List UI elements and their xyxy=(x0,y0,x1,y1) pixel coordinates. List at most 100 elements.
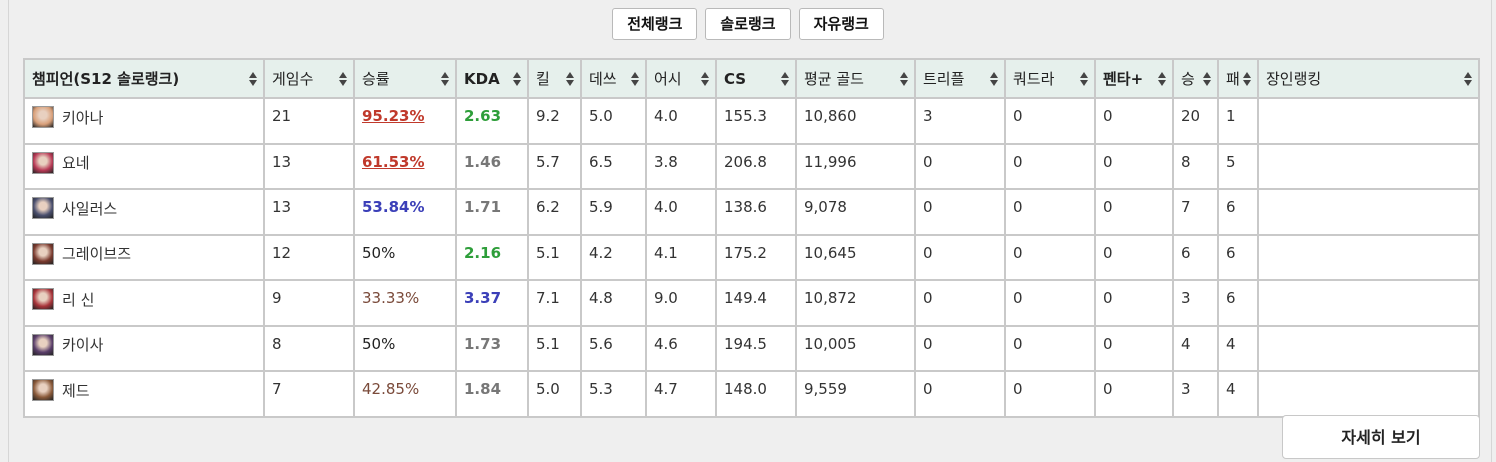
cell-quadra: 0 xyxy=(1004,324,1096,372)
cell-quadra: 0 xyxy=(1004,233,1096,281)
winrate-value[interactable]: 61.53% xyxy=(362,153,424,171)
cell-penta: 0 xyxy=(1094,142,1174,190)
cell-champion: 키아나 xyxy=(23,97,265,145)
cell-deaths: 5.6 xyxy=(580,324,647,372)
sort-icon[interactable] xyxy=(513,71,522,86)
column-header-kda[interactable]: KDA xyxy=(455,58,529,99)
deaths-value: 5.9 xyxy=(589,198,613,216)
sort-icon[interactable] xyxy=(701,71,710,86)
table-row[interactable]: 리 신 9 33.33% 3.37 7.1 4.8 9.0 149.4 10,872 0 0 0 3 6 xyxy=(23,279,1480,327)
winrate-value: 33.33% xyxy=(362,289,420,307)
sort-icon[interactable] xyxy=(781,71,790,86)
cell-champion: 요네 xyxy=(23,142,265,190)
sort-icon[interactable] xyxy=(339,71,348,86)
champion-portrait-icon xyxy=(32,106,54,128)
sort-icon[interactable] xyxy=(566,71,575,86)
losses-value: 1 xyxy=(1226,107,1236,125)
losses-value: 6 xyxy=(1226,243,1236,262)
cell-champion: 그레이브즈 xyxy=(23,233,265,281)
losses-value: 4 xyxy=(1226,334,1236,353)
column-header-deaths[interactable]: 데쓰 xyxy=(580,58,647,99)
cell-champion: 제드 xyxy=(23,370,265,418)
table-row[interactable]: 요네 13 61.53% 1.46 5.7 6.5 3.8 206.8 11,996 0 0 0 8 5 xyxy=(23,142,1480,190)
column-header-wins[interactable]: 승 xyxy=(1172,58,1219,99)
sort-icon[interactable] xyxy=(1464,71,1473,86)
column-header-cs[interactable]: CS xyxy=(715,58,797,99)
kda-value: 1.84 xyxy=(464,380,502,398)
deaths-value: 5.6 xyxy=(589,334,613,353)
table-header-row: 챔피언(S12 솔로랭크) 게임수 승률 KDA 킬 데쓰 어시 CS 평균 골… xyxy=(23,58,1480,99)
assists-value: 4.0 xyxy=(654,107,678,125)
kda-value: 1.71 xyxy=(464,198,502,216)
champion-portrait-icon xyxy=(32,242,54,265)
sort-icon[interactable] xyxy=(900,71,909,86)
cell-champion: 리 신 xyxy=(23,279,265,327)
sort-icon[interactable] xyxy=(1158,71,1167,86)
column-header-quadra[interactable]: 쿼드라 xyxy=(1004,58,1096,99)
cell-kda: 1.46 xyxy=(455,142,529,190)
cell-kills: 5.1 xyxy=(527,324,582,372)
losses-value: 6 xyxy=(1226,198,1236,216)
triple-value: 0 xyxy=(923,243,933,262)
cell-mastery xyxy=(1257,279,1480,327)
column-header-triple[interactable]: 트리플 xyxy=(914,58,1006,99)
quadra-value: 0 xyxy=(1013,107,1023,125)
kills-value: 7.1 xyxy=(536,289,560,307)
tab-flex-rank[interactable]: 자유랭크 xyxy=(798,8,884,40)
sort-icon[interactable] xyxy=(1203,71,1212,86)
cell-kills: 9.2 xyxy=(527,97,582,145)
cell-deaths: 4.2 xyxy=(580,233,647,281)
cell-kills: 5.0 xyxy=(527,370,582,418)
kda-value: 2.63 xyxy=(464,107,502,125)
rank-tabs: 전체랭크 솔로랭크 자유랭크 xyxy=(0,8,1496,40)
winrate-value: 42.85% xyxy=(362,380,420,398)
assists-value: 4.7 xyxy=(654,380,678,398)
tab-solo-rank[interactable]: 솔로랭크 xyxy=(705,8,791,40)
table-row[interactable]: 키아나 21 95.23% 2.63 9.2 5.0 4.0 155.3 10,860 3 0 0 20… xyxy=(23,97,1480,145)
sort-icon[interactable] xyxy=(249,71,258,86)
champion-name: 카이사 xyxy=(62,336,104,354)
table-row[interactable]: 제드 7 42.85% 1.84 5.0 5.3 4.7 148.0 9,559 0 0 0 3 4 xyxy=(23,370,1480,418)
wins-value: 4 xyxy=(1181,334,1191,353)
column-header-champion[interactable]: 챔피언(S12 솔로랭크) xyxy=(23,58,265,99)
cs-value: 175.2 xyxy=(724,243,767,262)
column-header-penta[interactable]: 펜타+ xyxy=(1094,58,1174,99)
sort-icon[interactable] xyxy=(631,71,640,86)
winrate-value[interactable]: 95.23% xyxy=(362,107,424,125)
view-details-button[interactable]: 자세히 보기 xyxy=(1282,415,1480,459)
cell-losses: 5 xyxy=(1217,142,1259,190)
winrate-value: 50% xyxy=(362,243,396,262)
champion-portrait-icon xyxy=(32,379,54,401)
sort-icon[interactable] xyxy=(441,71,450,86)
column-header-losses[interactable]: 패 xyxy=(1217,58,1259,99)
column-header-mastery[interactable]: 장인랭킹 xyxy=(1257,58,1480,99)
cell-triple: 0 xyxy=(914,324,1006,372)
kills-value: 6.2 xyxy=(536,198,560,216)
column-header-assists[interactable]: 어시 xyxy=(645,58,717,99)
cell-penta: 0 xyxy=(1094,324,1174,372)
table-row[interactable]: 사일러스 13 53.84% 1.71 6.2 5.9 4.0 138.6 9,078 0 0 0 7 6 xyxy=(23,188,1480,236)
kills-value: 9.2 xyxy=(536,107,560,125)
champion-info: 사일러스 xyxy=(32,197,256,219)
cell-penta: 0 xyxy=(1094,188,1174,236)
kda-value: 2.16 xyxy=(464,243,502,262)
cell-assists: 3.8 xyxy=(645,142,717,190)
sort-icon[interactable] xyxy=(990,71,999,86)
wins-value: 7 xyxy=(1181,198,1191,216)
column-header-kills[interactable]: 킬 xyxy=(527,58,582,99)
column-header-gold[interactable]: 평균 골드 xyxy=(795,58,916,99)
sort-icon[interactable] xyxy=(1080,71,1089,86)
table-row[interactable]: 카이사 8 50% 1.73 5.1 5.6 4.6 194.5 10,005 0 0 0 4 4 xyxy=(23,324,1480,372)
table-row[interactable]: 그레이브즈 12 50% 2.16 5.1 4.2 4.1 175.2 10,645 0 0 0 6 6 xyxy=(23,233,1480,281)
deaths-value: 4.2 xyxy=(589,243,613,262)
tab-all-rank[interactable]: 전체랭크 xyxy=(612,8,698,40)
kills-value: 5.1 xyxy=(536,243,560,262)
sort-icon[interactable] xyxy=(1243,71,1252,86)
column-header-winrate[interactable]: 승률 xyxy=(353,58,457,99)
losses-value: 4 xyxy=(1226,380,1236,398)
wins-value: 20 xyxy=(1181,107,1201,125)
column-header-games[interactable]: 게임수 xyxy=(263,58,355,99)
triple-value: 0 xyxy=(923,334,933,353)
cell-mastery xyxy=(1257,142,1480,190)
cell-kills: 6.2 xyxy=(527,188,582,236)
